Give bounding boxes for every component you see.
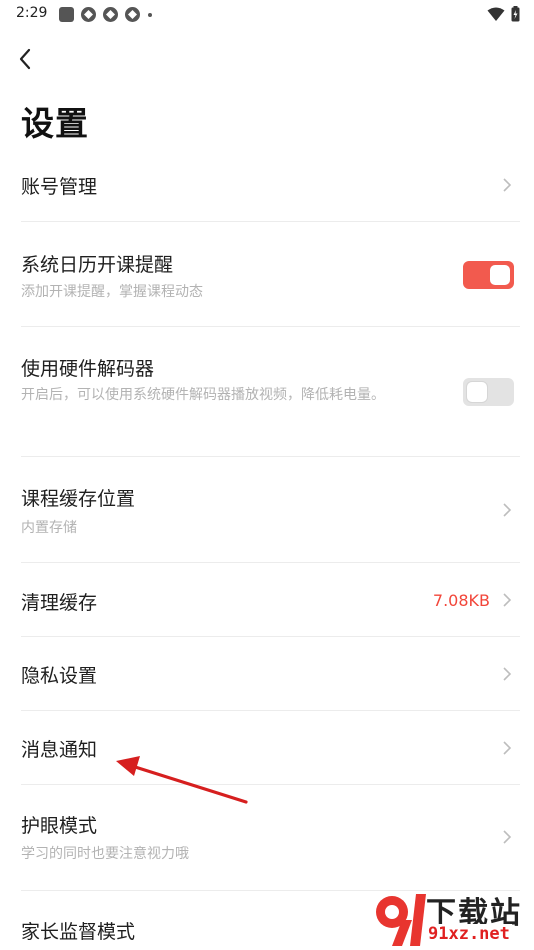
- vpn-icon: [80, 6, 97, 27]
- watermark-logo-icon: [376, 894, 426, 946]
- settings-item-calendar-reminder: 系统日历开课提醒 添加开课提醒，掌握课程动态: [0, 222, 534, 327]
- page-title: 设置: [21, 104, 89, 143]
- app-notification-icon: [58, 6, 75, 27]
- chevron-right-icon: [503, 593, 512, 607]
- settings-item-cache-location[interactable]: 课程缓存位置 内置存储: [0, 457, 534, 563]
- back-arrow-icon: [19, 48, 31, 70]
- settings-item-hardware-decoder: 使用硬件解码器 开启后，可以使用系统硬件解码器播放视频，降低耗电量。: [0, 327, 534, 457]
- back-button[interactable]: [10, 44, 40, 74]
- chevron-right-icon: [503, 741, 512, 755]
- settings-item-subtitle: 内置存储: [21, 520, 77, 536]
- settings-item-title: 系统日历开课提醒: [21, 254, 174, 276]
- status-bar: 2:29: [0, 0, 534, 30]
- settings-item-title: 课程缓存位置: [21, 488, 136, 510]
- settings-item-account[interactable]: 账号管理: [0, 147, 534, 222]
- toggle-knob: [490, 265, 510, 285]
- settings-list: 账号管理 系统日历开课提醒 添加开课提醒，掌握课程动态 使用硬件解码器 开启后，…: [0, 147, 534, 950]
- battery-icon: [511, 6, 520, 26]
- settings-item-title: 清理缓存: [21, 592, 98, 614]
- toggle-knob: [467, 382, 487, 402]
- settings-item-notifications[interactable]: 消息通知: [0, 711, 534, 785]
- settings-item-subtitle: 开启后，可以使用系统硬件解码器播放视频，降低耗电量。: [21, 387, 385, 403]
- calendar-reminder-toggle[interactable]: [463, 261, 514, 289]
- status-time: 2:29: [16, 5, 48, 21]
- more-notifications-icon: [146, 6, 154, 27]
- watermark: 下载站 91xz.net: [368, 888, 534, 950]
- settings-item-eye-care[interactable]: 护眼模式 学习的同时也要注意视力哦: [0, 785, 534, 891]
- wifi-icon: [487, 7, 505, 26]
- hardware-decoder-toggle[interactable]: [463, 378, 514, 406]
- chevron-right-icon: [503, 178, 512, 192]
- settings-item-clear-cache[interactable]: 清理缓存 7.08KB: [0, 563, 534, 637]
- settings-item-title: 家长监督模式: [21, 921, 136, 943]
- chevron-right-icon: [503, 667, 512, 681]
- watermark-url: 91xz.net: [426, 924, 512, 944]
- settings-item-title: 消息通知: [21, 739, 98, 761]
- chevron-right-icon: [503, 503, 512, 517]
- settings-item-title: 账号管理: [21, 176, 98, 198]
- chevron-right-icon: [503, 830, 512, 844]
- settings-item-privacy[interactable]: 隐私设置: [0, 637, 534, 711]
- vpn-icon: [102, 6, 119, 27]
- settings-item-title: 护眼模式: [21, 815, 98, 837]
- settings-item-subtitle: 添加开课提醒，掌握课程动态: [21, 284, 203, 300]
- vpn-icon: [124, 6, 141, 27]
- settings-item-title: 使用硬件解码器: [21, 358, 155, 380]
- settings-item-subtitle: 学习的同时也要注意视力哦: [21, 846, 189, 862]
- cache-size-value: 7.08KB: [432, 591, 490, 610]
- settings-item-title: 隐私设置: [21, 665, 98, 687]
